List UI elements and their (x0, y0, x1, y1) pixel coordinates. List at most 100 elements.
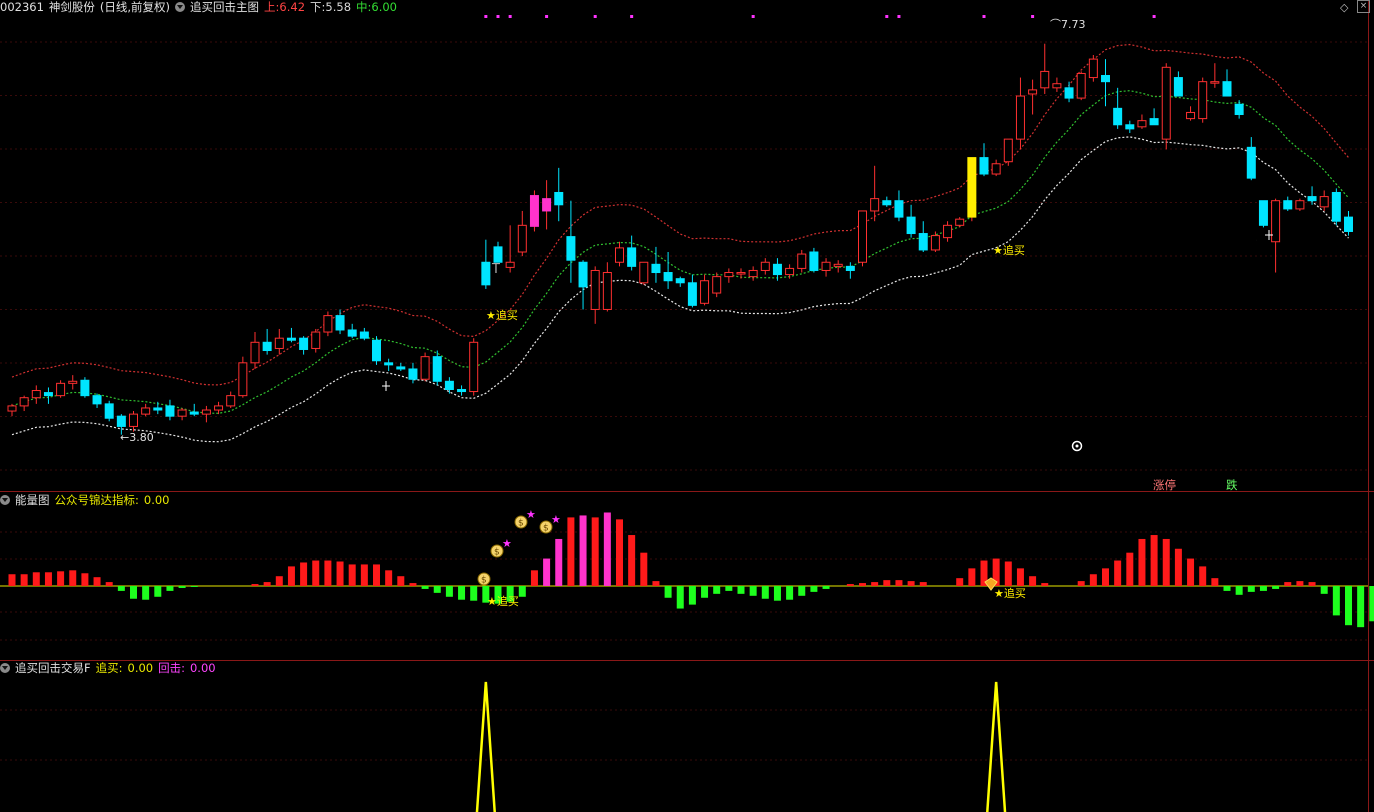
candle-body (1331, 191, 1341, 222)
candle-body (408, 368, 418, 380)
candle-body (748, 269, 758, 278)
candle-body (1295, 200, 1305, 210)
candle-body (687, 282, 697, 306)
candle (602, 262, 612, 312)
candle-body (736, 272, 746, 275)
candle-body (1052, 83, 1062, 89)
energy-bar (385, 570, 393, 586)
energy-bar (20, 574, 28, 586)
energy-bar (1369, 586, 1374, 622)
candle (821, 258, 831, 277)
candle (870, 165, 880, 222)
mid-label: 中: (356, 0, 372, 14)
dropdown-icon[interactable] (0, 495, 10, 505)
energy-bar (518, 586, 526, 597)
candle-body (1319, 196, 1329, 208)
candle (335, 309, 345, 335)
candle-body (529, 195, 539, 227)
candle (918, 221, 928, 252)
candle (384, 358, 394, 372)
candle-body (858, 210, 867, 263)
candle (760, 258, 770, 275)
close-icon[interactable]: × (1357, 0, 1370, 13)
candle (882, 196, 892, 207)
candle (1149, 108, 1159, 126)
candle-body (493, 246, 503, 263)
indicator-name[interactable]: 追买回击主图 (190, 0, 259, 15)
mid-band-path (11, 90, 1349, 414)
energy-bar (373, 564, 380, 586)
candle-body (797, 253, 807, 269)
candle-body (1173, 77, 1183, 97)
candle-body (918, 233, 928, 251)
candle (1028, 79, 1038, 115)
energy-bar (907, 581, 915, 586)
candle-body (870, 198, 880, 212)
candle-body (1271, 200, 1281, 243)
candle-body (578, 261, 588, 288)
signal-dot (508, 15, 512, 18)
energy-bar (397, 576, 405, 586)
signal-dot (484, 15, 488, 18)
energy-bar (470, 586, 478, 601)
candle (906, 204, 916, 238)
energy-bar (1345, 586, 1352, 626)
energy-title[interactable]: 能量图 (15, 492, 50, 508)
energy-bar (883, 580, 891, 586)
candle-body (359, 331, 369, 339)
energy-bar (871, 582, 879, 586)
candle-body (469, 341, 479, 393)
candle-body (760, 261, 770, 271)
energy-bar (628, 535, 636, 586)
candle-body (1210, 81, 1220, 84)
candle-body (43, 392, 53, 397)
star-icon: ★ (551, 513, 561, 526)
candle-body (809, 251, 819, 271)
energy-bar (1089, 574, 1097, 586)
candle (1271, 198, 1281, 273)
candle-body (517, 224, 527, 253)
candle-body (226, 395, 236, 407)
candle-body (627, 247, 637, 267)
mid-value: 6.00 (371, 0, 397, 14)
main-header: 002361 神剑股份 (日线,前复权) 追买回击主图 上: 6.42 下: 5… (0, 0, 397, 14)
candle (311, 328, 321, 353)
star-icon: ★ (526, 508, 536, 521)
energy-bar (1223, 586, 1231, 591)
energy-bar (1357, 586, 1365, 628)
energy-bar (786, 586, 794, 600)
candle-body (129, 413, 138, 427)
stock-name: 神剑股份 (48, 0, 95, 14)
candle-body (177, 409, 187, 417)
candle (517, 210, 527, 257)
energy-bar (69, 570, 77, 586)
stock-chart-canvas[interactable]: ←3.80⌒7.73★追买★追买★追买T★追买★追买$$$$★★★ (0, 0, 1374, 812)
energy-bar (251, 584, 259, 586)
candle (554, 167, 564, 222)
energy-bar (1174, 548, 1182, 586)
candle-body (214, 405, 224, 411)
candle-body (299, 337, 309, 350)
energy-bar (287, 566, 295, 586)
diamond-icon[interactable]: ◇ (1340, 1, 1348, 14)
dropdown-icon[interactable] (175, 2, 186, 12)
energy-bar (530, 570, 538, 586)
dropdown-icon[interactable] (0, 663, 10, 673)
candle (19, 395, 29, 412)
candle (396, 362, 406, 372)
energy-bar (688, 586, 696, 605)
energy-bar (1211, 578, 1219, 586)
candle-body (602, 272, 612, 310)
trade-title[interactable]: 追买回击交易F (15, 660, 91, 676)
energy-bar (822, 586, 830, 589)
energy-bar (810, 586, 818, 592)
candle-body (31, 390, 41, 399)
candle-body (785, 267, 795, 276)
candle-body (92, 395, 102, 405)
energy-bar (1077, 581, 1085, 586)
annotations-group: ←3.80⌒7.73★追买★追买★追买T★追买★追买$$$$★★★ (120, 18, 1273, 608)
candle-body (481, 261, 491, 286)
candle (1088, 54, 1098, 82)
candle-body (80, 379, 90, 397)
candle (238, 356, 248, 398)
